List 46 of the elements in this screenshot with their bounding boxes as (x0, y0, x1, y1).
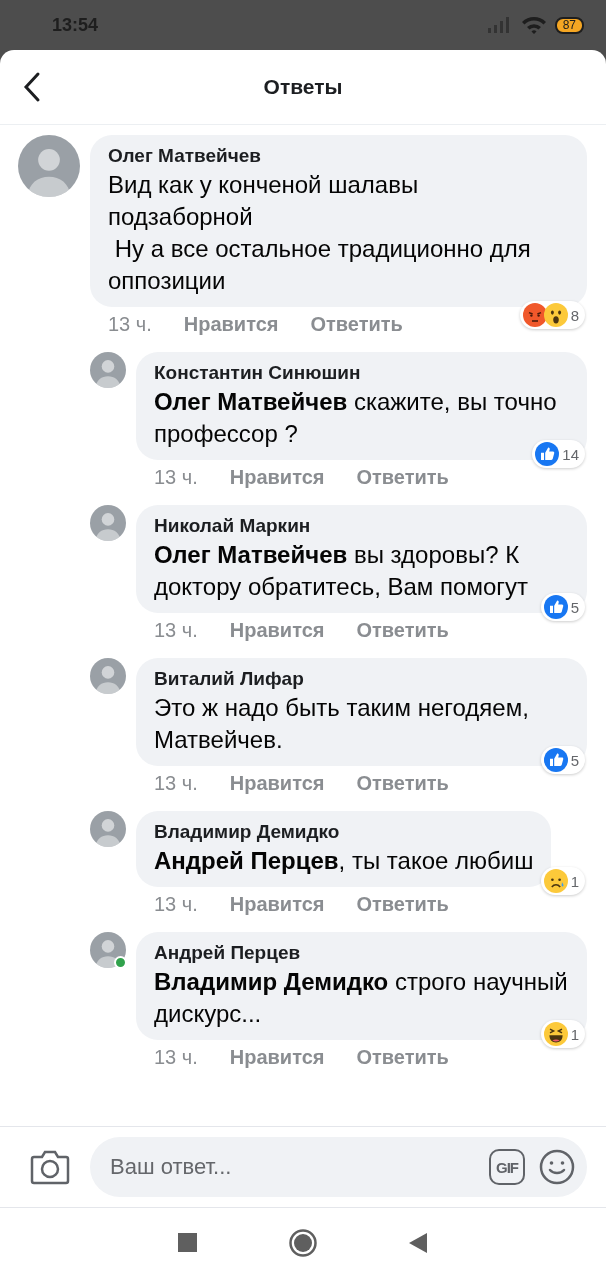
avatar[interactable] (90, 658, 126, 694)
reaction-badge[interactable]: 8 (519, 301, 585, 329)
like-link[interactable]: Нравится (229, 618, 325, 642)
reply-link[interactable]: Ответить (356, 465, 449, 489)
avatar[interactable] (90, 352, 126, 388)
emoji-icon[interactable] (539, 1149, 575, 1185)
like-link[interactable]: Нравится (229, 465, 325, 489)
reaction-badge[interactable]: 1 (540, 867, 585, 895)
comment-time: 13 ч. (154, 892, 198, 916)
reaction-badge[interactable]: 5 (540, 746, 585, 774)
author-name[interactable]: Владимир Демидко (154, 819, 534, 845)
reply-input-field[interactable]: Ваш ответ... GIF (90, 1137, 587, 1197)
author-name[interactable]: Николай Маркин (154, 513, 569, 539)
battery-indicator: 87 (554, 16, 584, 34)
comment-time: 13 ч. (154, 1045, 198, 1069)
author-name[interactable]: Константин Синюшин (154, 360, 569, 386)
reply-link[interactable]: Ответить (356, 771, 449, 795)
author-name[interactable]: Виталий Лифар (154, 666, 569, 692)
like-link[interactable]: Нравится (229, 892, 325, 916)
avatar[interactable] (90, 505, 126, 541)
gif-button[interactable]: GIF (489, 1149, 525, 1185)
like-link[interactable]: Нравится (229, 771, 325, 795)
avatar[interactable] (90, 811, 126, 847)
comment-time: 13 ч. (154, 618, 198, 642)
wifi-icon (520, 15, 547, 35)
comment-time: 13 ч. (154, 771, 198, 795)
like-link[interactable]: Нравится (229, 1045, 325, 1069)
camera-icon[interactable] (30, 1149, 70, 1185)
like-link[interactable]: Нравится (183, 312, 279, 336)
author-name[interactable]: Олег Матвейчев (108, 143, 569, 169)
reply-link[interactable]: Ответить (310, 312, 403, 336)
comment-text: Вид как у конченой шалавы подзаборной Ну а все остальное традиционно для оппозиции (108, 170, 532, 296)
comment-text: Андрей Перцев, ты такое любиш (154, 846, 534, 876)
reaction-badge[interactable]: 1 (540, 1020, 585, 1048)
avatar[interactable] (90, 932, 126, 968)
comment-text: Это ж надо быть таким негодяем, Матвейчев. (154, 693, 530, 755)
reaction-badge[interactable]: 14 (532, 440, 585, 468)
reaction-badge[interactable]: 5 (540, 593, 585, 621)
comment-time: 13 ч. (154, 465, 198, 489)
reply-link[interactable]: Ответить (356, 1045, 449, 1069)
comment-time: 13 ч. (108, 312, 152, 336)
author-name[interactable]: Андрей Перцев (154, 940, 569, 966)
reply-link[interactable]: Ответить (356, 618, 449, 642)
reply-link[interactable]: Ответить (356, 892, 449, 916)
page-title: Ответы (263, 75, 343, 99)
comment-text: Олег Матвейчев вы здоровы? К доктору обратитесь, Вам помогут (154, 540, 529, 602)
